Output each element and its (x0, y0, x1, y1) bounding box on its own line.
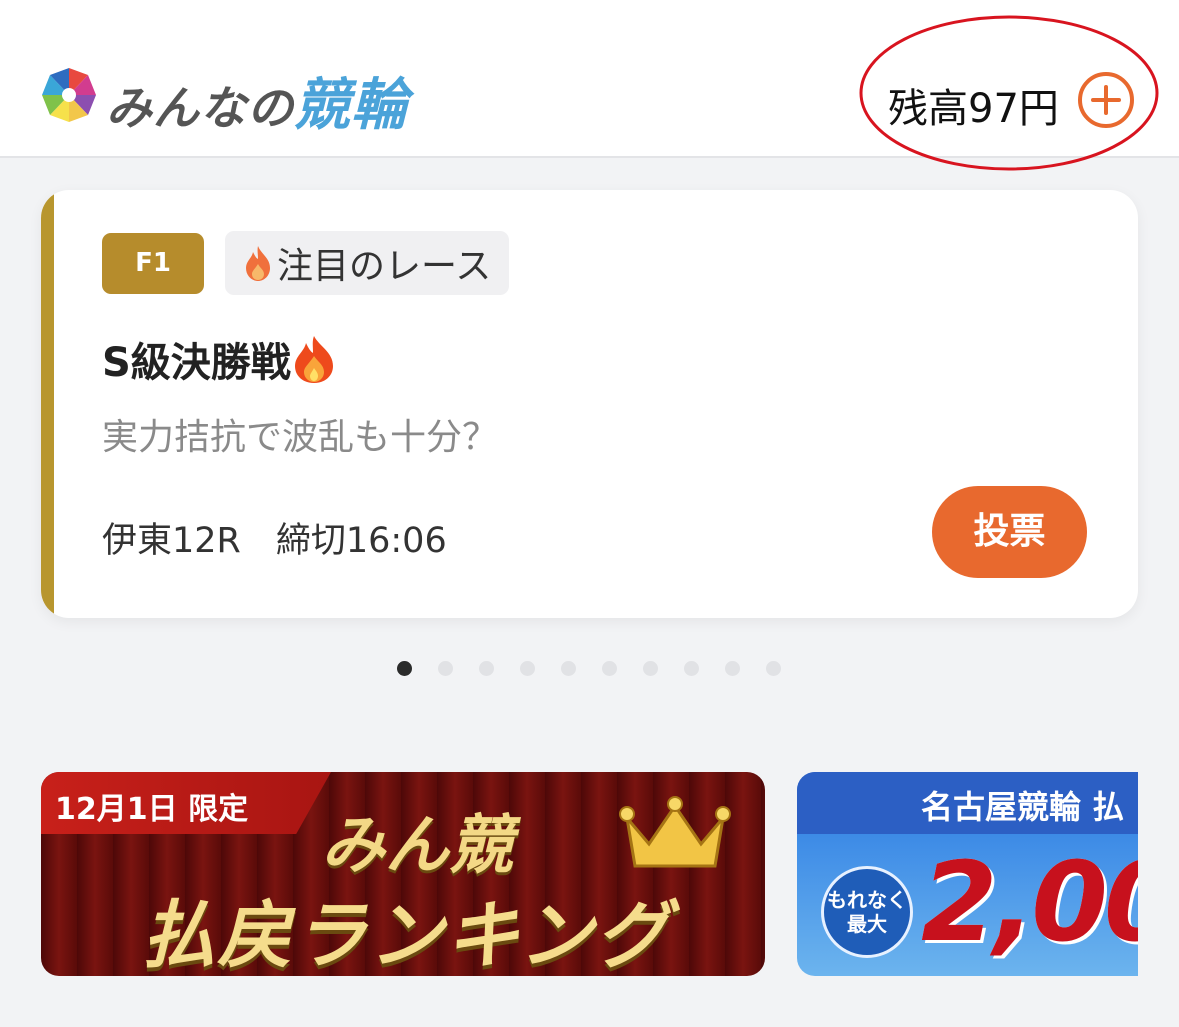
banner-amount: 2,000 (921, 838, 1138, 966)
pagination-dot[interactable] (766, 661, 781, 676)
featured-tag-label: 注目のレース (277, 246, 492, 287)
crown-icon (619, 796, 731, 868)
vote-button[interactable]: 投票 (932, 486, 1087, 578)
banner-title: 名古屋競輪 払 (921, 788, 1125, 826)
carousel-pagination (397, 661, 807, 679)
logo-icon (42, 68, 96, 122)
logo-text: みんなの (106, 81, 294, 135)
pagination-dot-active[interactable] (397, 661, 412, 676)
pagination-dot[interactable] (438, 661, 453, 676)
race-subtitle: 実力拮抗で波乱も十分？ (102, 417, 499, 458)
banner-headline: みん競 (321, 809, 513, 883)
pagination-dot[interactable] (479, 661, 494, 676)
pagination-dot[interactable] (520, 661, 535, 676)
banner-subheadline: 払戻ランキング (141, 893, 671, 976)
featured-race-card[interactable]: F1 注目のレース S級決勝戦 実力拮抗で波乱も十分？ 伊東12R 締切16:0… (41, 190, 1138, 618)
app-header: みんなの競輪 残高97円 (0, 0, 1179, 171)
featured-tag: 注目のレース (225, 231, 510, 295)
grade-color-bar (41, 190, 54, 618)
pagination-dot[interactable] (602, 661, 617, 676)
annotation-circle (859, 15, 1159, 171)
pagination-dot[interactable] (725, 661, 740, 676)
fire-icon (246, 246, 270, 281)
pagination-dot[interactable] (684, 661, 699, 676)
race-info: 伊東12R 締切16:06 (102, 521, 447, 561)
pagination-dot[interactable] (561, 661, 576, 676)
banner-badge: もれなく最大 (821, 866, 913, 958)
ranking-banner[interactable]: 12月1日 限定 みん競 払戻ランキング (41, 772, 765, 976)
nagoya-promo-banner[interactable]: 名古屋競輪 払 もれなく最大 2,000 (797, 772, 1138, 976)
pagination-dot[interactable] (643, 661, 658, 676)
grade-badge: F1 (102, 233, 204, 294)
race-title: S級決勝戦 (102, 330, 337, 388)
app-logo[interactable]: みんなの競輪 (106, 60, 408, 141)
race-title-text: S級決勝戦 (102, 340, 291, 386)
banner-date: 12月1日 限定 (55, 792, 249, 827)
fire-emoji-icon (294, 336, 333, 383)
logo-accent-text: 競輪 (294, 73, 408, 138)
